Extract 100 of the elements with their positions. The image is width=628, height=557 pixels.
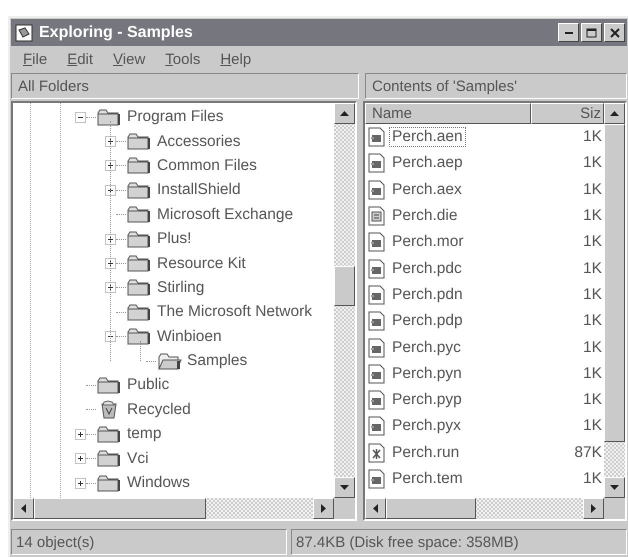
- folder-icon: [96, 424, 122, 444]
- folder-icon: [126, 254, 152, 274]
- file-icon: [368, 127, 386, 148]
- file-name[interactable]: Perch.pdn: [389, 284, 466, 305]
- column-header[interactable]: Name: [365, 103, 531, 124]
- file-icon: [368, 390, 386, 410]
- tree-item[interactable]: Accessories: [157, 132, 241, 151]
- scroll-thumb[interactable]: [34, 498, 206, 519]
- menu-item[interactable]: Edit: [59, 48, 102, 70]
- expand-icon[interactable]: [105, 160, 116, 172]
- tree-item[interactable]: The Microsoft Network: [157, 303, 312, 322]
- folder-icon: [96, 449, 122, 468]
- scroll-thumb[interactable]: [386, 498, 476, 519]
- expand-icon[interactable]: [105, 234, 116, 245]
- column-header[interactable]: Siz: [531, 103, 604, 124]
- file-name[interactable]: Perch.tem: [389, 469, 466, 489]
- expand-icon[interactable]: [75, 478, 86, 489]
- file-name[interactable]: Perch.run: [389, 442, 462, 463]
- scroll-left-icon[interactable]: [372, 504, 378, 513]
- tree-item[interactable]: Winbioen: [157, 328, 222, 346]
- horizontal-scrollbar[interactable]: [365, 498, 604, 519]
- scroll-up-icon[interactable]: [610, 110, 619, 116]
- file-name[interactable]: Perch.aex: [389, 180, 465, 200]
- file-size: 1K: [582, 417, 603, 436]
- file-icon: [368, 364, 386, 384]
- vertical-scrollbar[interactable]: [334, 103, 355, 498]
- tree-item[interactable]: Resource Kit: [157, 254, 246, 273]
- expand-icon[interactable]: [75, 453, 86, 464]
- scroll-thumb[interactable]: [604, 124, 625, 442]
- file-icon: [368, 416, 386, 436]
- file-icon: [368, 338, 386, 358]
- expand-icon[interactable]: [105, 258, 116, 270]
- scroll-down-icon[interactable]: [610, 484, 619, 490]
- file-name[interactable]: Perch.pyc: [389, 338, 464, 358]
- file-icon: [368, 180, 386, 200]
- file-size: 1K: [582, 312, 603, 330]
- scroll-right-icon[interactable]: [320, 504, 326, 513]
- file-name[interactable]: Perch.pyp: [389, 390, 465, 410]
- file-name[interactable]: Perch.mor: [389, 232, 466, 252]
- tree-item[interactable]: Program Files: [127, 108, 224, 126]
- collapse-icon[interactable]: [105, 331, 116, 342]
- scroll-right-icon[interactable]: [590, 504, 596, 513]
- minimize-button[interactable]: [558, 23, 579, 42]
- folder-icon: [126, 180, 152, 200]
- file-size: 1K: [582, 180, 603, 199]
- file-size: 1K: [582, 207, 603, 226]
- file-size: 1K: [582, 233, 603, 252]
- window-title: Exploring - Samples: [39, 24, 194, 42]
- scrollbar-corner: [334, 498, 355, 519]
- tree-item[interactable]: temp: [127, 425, 162, 444]
- scroll-left-icon[interactable]: [20, 504, 26, 513]
- menu-item[interactable]: View: [105, 48, 154, 70]
- tree-item[interactable]: Recycled: [127, 400, 191, 419]
- tree-item[interactable]: Stirling: [157, 278, 204, 297]
- tree-item[interactable]: Samples: [187, 352, 248, 370]
- expand-icon[interactable]: [75, 428, 86, 440]
- file-name[interactable]: Perch.pyx: [389, 416, 464, 436]
- close-button[interactable]: [604, 23, 625, 42]
- file-size: 1K: [582, 338, 603, 357]
- expand-icon[interactable]: [105, 282, 116, 294]
- file-size: 1K: [582, 364, 603, 383]
- folder-icon: [126, 302, 152, 322]
- maximize-button[interactable]: [581, 23, 602, 42]
- collapse-icon[interactable]: [75, 112, 86, 123]
- tree-item[interactable]: Common Files: [157, 156, 257, 175]
- file-name[interactable]: Perch.pyn: [389, 364, 465, 384]
- tree-item[interactable]: Vci: [127, 450, 149, 468]
- tree-item[interactable]: Plus!: [157, 230, 192, 248]
- menu-item[interactable]: Tools: [157, 48, 208, 70]
- menu-item[interactable]: Help: [212, 48, 260, 70]
- file-size: 87K: [573, 444, 603, 462]
- expand-icon[interactable]: [105, 136, 116, 148]
- tree-item[interactable]: Windows: [127, 474, 190, 492]
- status-text: 14 object(s): [11, 529, 287, 555]
- file-size: 1K: [582, 260, 603, 278]
- file-name[interactable]: Perch.pdc: [389, 258, 465, 279]
- folder-icon: [96, 474, 122, 493]
- file-name[interactable]: Perch.pdp: [389, 311, 466, 332]
- app-icon[interactable]: [15, 24, 33, 42]
- scroll-down-icon[interactable]: [340, 484, 349, 490]
- file-size: 1K: [582, 154, 603, 172]
- scroll-thumb[interactable]: [334, 266, 355, 306]
- tree-item[interactable]: InstallShield: [157, 181, 241, 200]
- expand-icon[interactable]: [105, 184, 116, 196]
- file-name[interactable]: Perch.aen: [389, 127, 466, 148]
- file-name[interactable]: Perch.aep: [389, 153, 466, 174]
- tree-item[interactable]: Microsoft Exchange: [157, 206, 294, 224]
- horizontal-scrollbar[interactable]: [13, 498, 334, 519]
- scroll-up-icon[interactable]: [340, 110, 349, 116]
- menu-item[interactable]: File: [15, 48, 56, 70]
- file-icon: [368, 232, 386, 252]
- vertical-scrollbar[interactable]: [604, 103, 625, 498]
- file-size: 1K: [582, 391, 603, 410]
- program-file-icon: [368, 442, 386, 463]
- pane-header: Contents of 'Samples': [365, 73, 627, 99]
- pane-header: All Folders: [11, 73, 359, 99]
- folder-icon: [126, 205, 152, 224]
- file-name[interactable]: Perch.die: [389, 206, 460, 226]
- folder-icon: [96, 376, 122, 395]
- tree-item[interactable]: Public: [127, 376, 170, 394]
